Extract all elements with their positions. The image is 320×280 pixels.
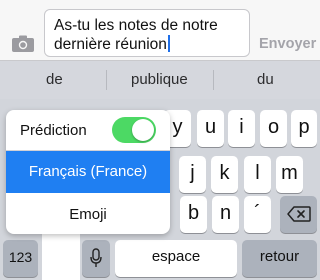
key-p[interactable]: p	[291, 110, 317, 147]
key-n[interactable]: n	[212, 196, 239, 233]
emoji-option[interactable]: Emoji	[6, 193, 170, 234]
suggestion-2[interactable]: publique	[131, 71, 188, 88]
return-key[interactable]: retour	[242, 240, 317, 277]
emoji-label: Emoji	[69, 206, 107, 223]
key-l[interactable]: l	[244, 156, 271, 193]
delete-key[interactable]	[280, 196, 317, 233]
suggestion-divider	[106, 70, 107, 90]
key-j[interactable]: j	[179, 156, 206, 193]
message-line-1: As-tu les notes de notre	[54, 17, 218, 34]
send-button[interactable]: Envoyer	[259, 36, 316, 52]
language-option-francais[interactable]: Français (France)	[6, 151, 170, 193]
key-acute-accent[interactable]: ´	[244, 196, 271, 233]
dictation-key[interactable]	[82, 240, 110, 277]
prediction-toggle[interactable]	[112, 117, 156, 143]
toggle-knob	[132, 119, 154, 141]
key-k[interactable]: k	[211, 156, 238, 193]
backspace-icon	[286, 206, 311, 222]
camera-icon[interactable]	[11, 35, 35, 53]
key-b[interactable]: b	[180, 196, 207, 233]
message-input[interactable]: As-tu les notes de notre dernière réunio…	[44, 9, 250, 57]
prediction-row: Prédiction	[6, 110, 170, 151]
suggestion-1[interactable]: de	[46, 71, 63, 88]
compose-bar: As-tu les notes de notre dernière réunio…	[0, 0, 320, 61]
suggestion-bar: de publique du	[0, 61, 320, 99]
suggestion-divider	[213, 70, 214, 90]
keyboard-options-popover: Prédiction Français (France) Emoji	[6, 110, 170, 234]
message-line-2: dernière réunion	[54, 36, 167, 53]
key-u[interactable]: u	[197, 110, 224, 147]
numbers-key[interactable]: 123	[3, 240, 38, 277]
suggestion-3[interactable]: du	[257, 71, 274, 88]
text-caret	[167, 35, 170, 52]
microphone-icon	[90, 248, 102, 267]
space-key[interactable]: espace	[115, 240, 237, 277]
popover-stem	[42, 232, 80, 280]
key-i[interactable]: i	[228, 110, 255, 147]
prediction-label: Prédiction	[20, 122, 87, 139]
key-m[interactable]: m	[276, 156, 303, 193]
key-o[interactable]: o	[260, 110, 287, 147]
language-label: Français (France)	[28, 163, 148, 180]
